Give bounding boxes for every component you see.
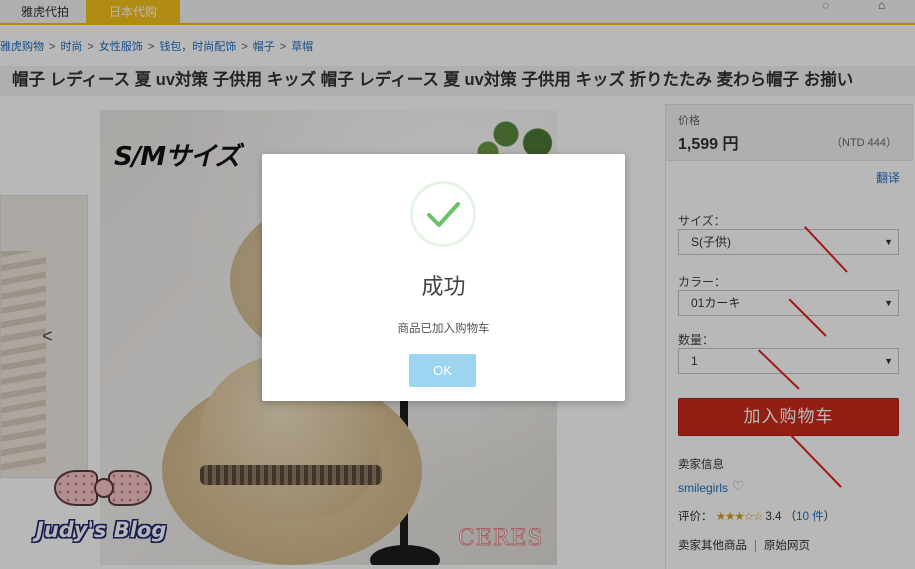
success-dialog: 成功 商品已加入购物车 OK xyxy=(262,154,625,401)
dialog-message: 商品已加入购物车 xyxy=(397,323,490,335)
check-icon xyxy=(410,181,476,247)
dialog-title: 成功 xyxy=(421,275,466,300)
ok-button[interactable]: OK xyxy=(409,354,476,387)
